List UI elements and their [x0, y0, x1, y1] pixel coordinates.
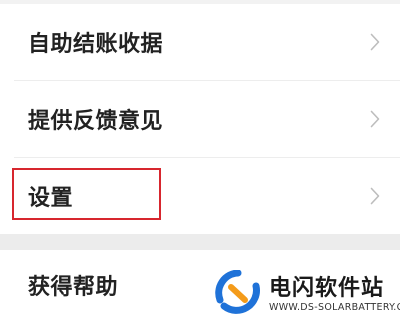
menu-item-self-checkout-receipts[interactable]: 自助结账收据 — [0, 4, 400, 80]
watermark-url: WWW.DS-SOLARBATTERY.COM — [269, 302, 400, 313]
lightning-logo-icon — [215, 270, 260, 314]
menu-item-label: 提供反馈意见 — [28, 109, 164, 134]
site-watermark: 电闪软件站 WWW.DS-SOLARBATTERY.COM — [205, 266, 400, 319]
menu-item-label: 获得帮助 — [28, 274, 119, 300]
chevron-right-icon — [370, 110, 380, 128]
menu-item-provide-feedback[interactable]: 提供反馈意见 — [0, 81, 400, 157]
watermark-title: 电闪软件站 — [269, 276, 385, 301]
chevron-right-icon — [370, 33, 380, 51]
settings-highlight-box — [12, 168, 161, 220]
chevron-right-icon — [370, 187, 380, 205]
menu-item-label: 自助结账收据 — [28, 32, 164, 57]
